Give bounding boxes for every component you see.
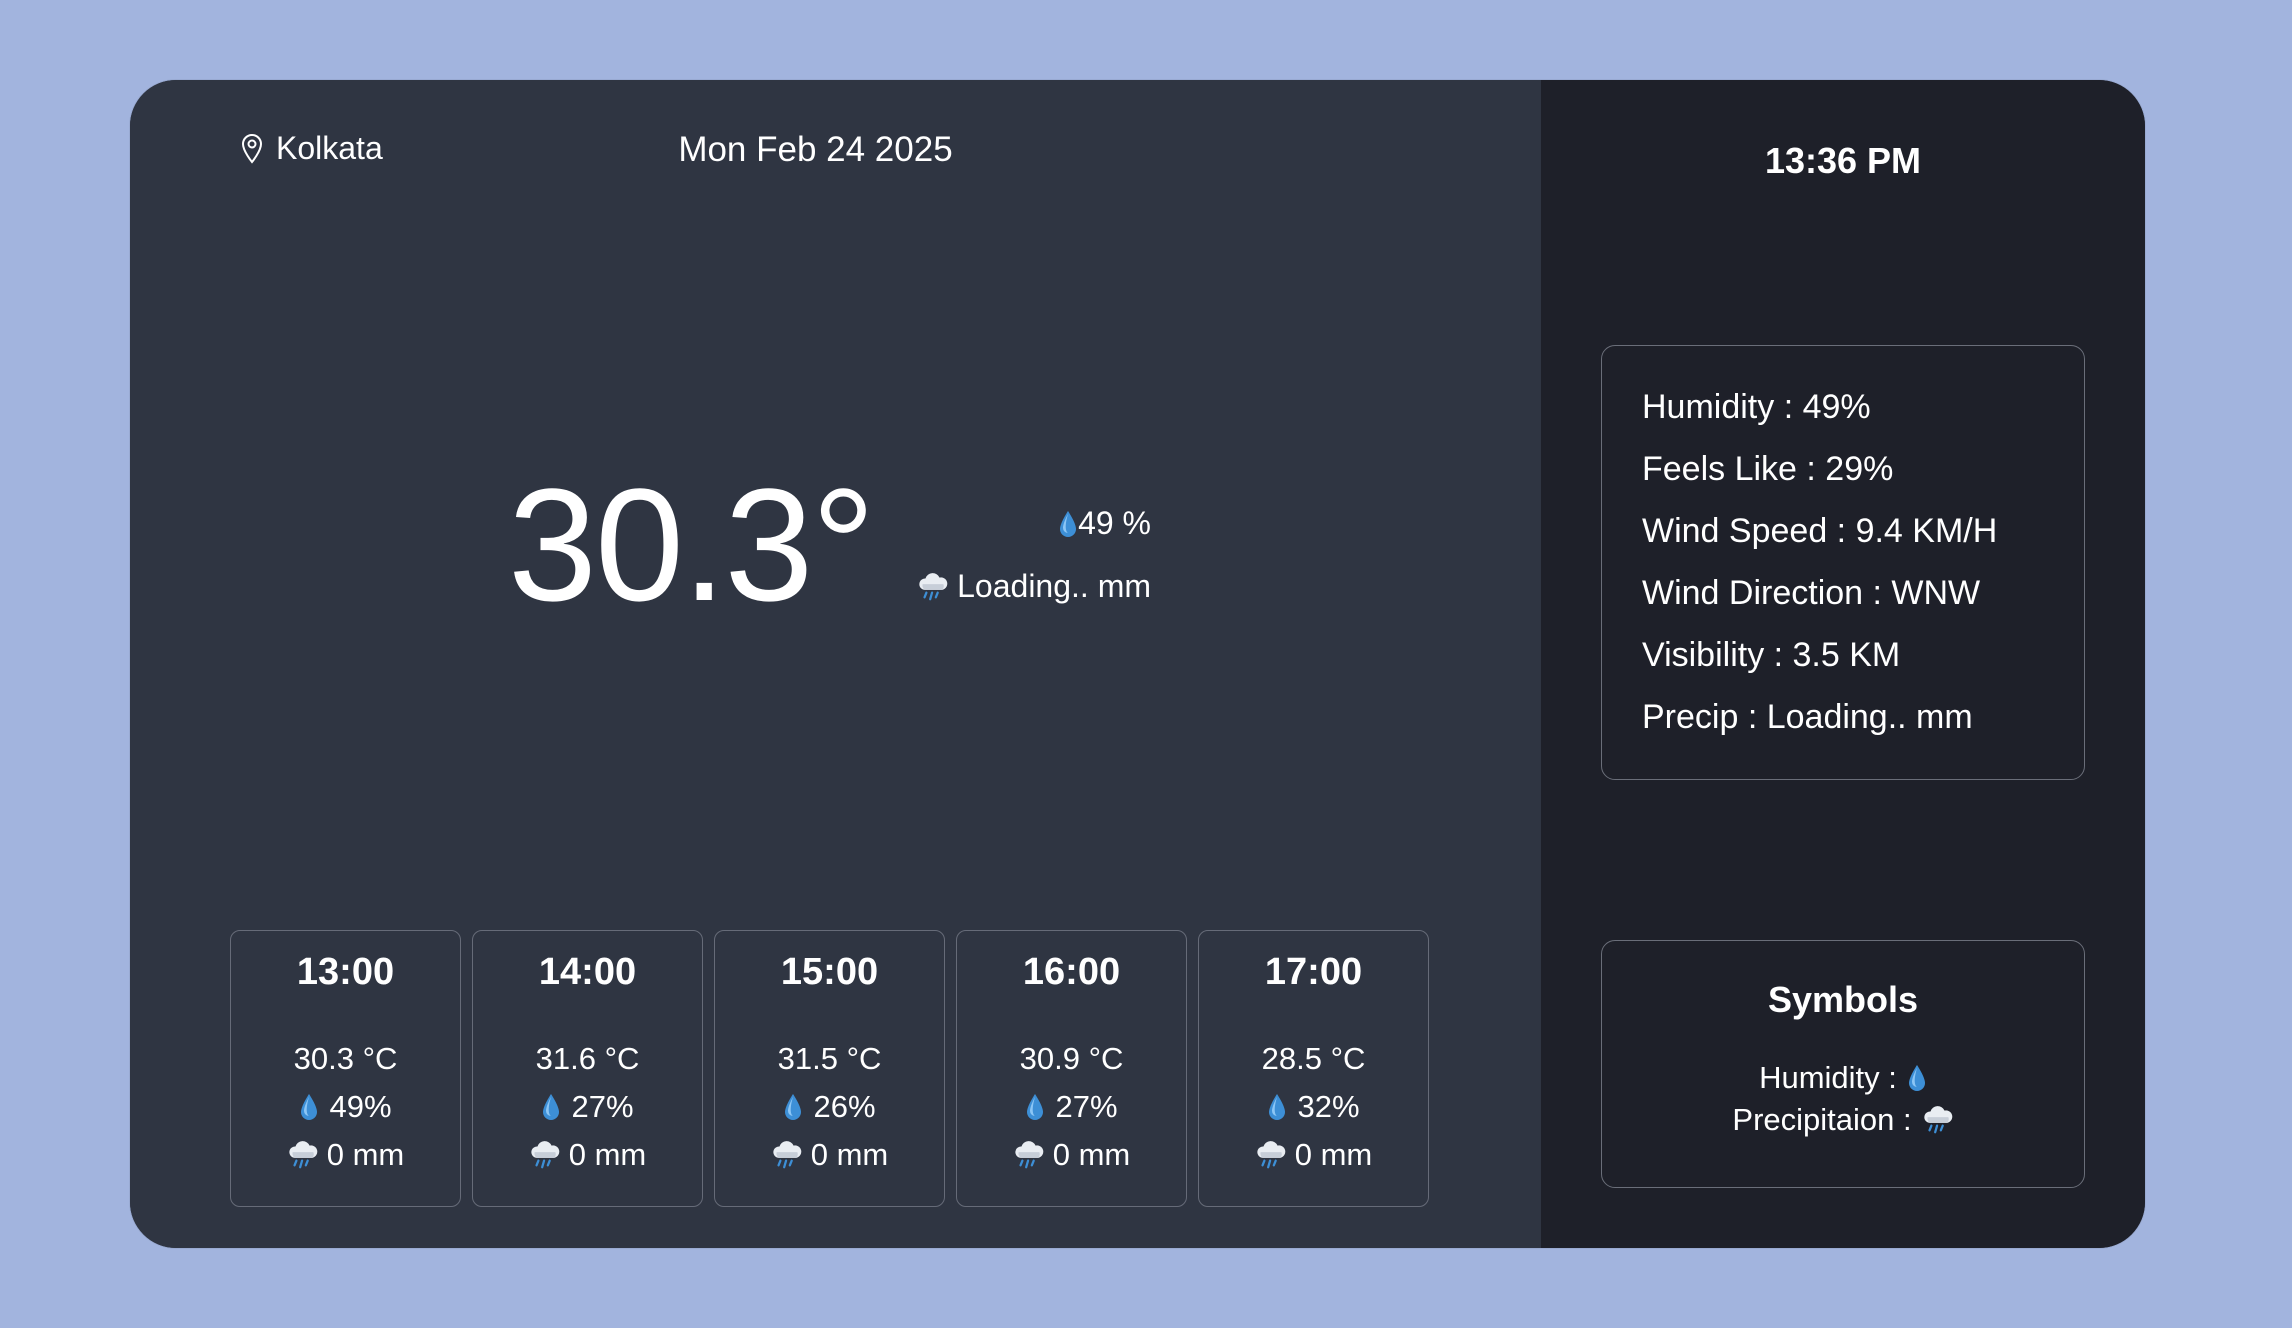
hour-temp: 30.3 °C — [293, 1041, 398, 1076]
hour-humidity: 49% — [231, 1089, 460, 1125]
hour-time: 15:00 — [780, 951, 879, 993]
hour-precip: 0 mm — [957, 1137, 1186, 1173]
hourly-card: 15:00 31.5 °C 26% 0 mm — [714, 930, 945, 1207]
hour-time: 14:00 — [538, 951, 637, 993]
hour-precip: 0 mm — [231, 1137, 460, 1173]
current-precip: Loading.. mm — [917, 568, 1151, 605]
water-drop-icon — [299, 1092, 319, 1122]
current-temperature: 30.3° — [508, 455, 875, 634]
rain-cloud-icon — [1013, 1139, 1045, 1171]
hour-humidity-value: 27% — [1055, 1089, 1118, 1124]
hour-time: 16:00 — [1022, 951, 1121, 993]
detail-precip: Precip : Loading.. mm — [1642, 698, 1973, 736]
hour-precip-value: 0 mm — [810, 1137, 889, 1172]
rain-cloud-icon — [917, 571, 949, 603]
hour-humidity: 32% — [1199, 1089, 1428, 1125]
symbols-title: Symbols — [1767, 979, 1919, 1020]
main-panel: Kolkata Mon Feb 24 2025 30.3° 49 % Loadi… — [130, 80, 1541, 1248]
detail-visibility: Visibility : 3.5 KM — [1642, 636, 1901, 674]
hour-humidity-value: 26% — [813, 1089, 876, 1124]
hourly-card: 17:00 28.5 °C 32% 0 mm — [1198, 930, 1429, 1207]
date-text: Mon Feb 24 2025 — [678, 130, 953, 169]
hour-humidity: 27% — [957, 1089, 1186, 1125]
hour-temp: 31.5 °C — [777, 1041, 882, 1076]
legend-humidity: Humidity : — [1602, 1057, 2084, 1099]
rain-cloud-icon — [1255, 1139, 1287, 1171]
hour-temp: 30.9 °C — [1019, 1041, 1124, 1076]
legend-precip: Precipitaion : — [1602, 1099, 2084, 1141]
water-drop-icon — [1058, 509, 1078, 539]
water-drop-icon — [541, 1092, 561, 1122]
detail-wind-speed: Wind Speed : 9.4 KM/H — [1642, 512, 1998, 550]
water-drop-icon — [1025, 1092, 1045, 1122]
hour-temp: 28.5 °C — [1261, 1041, 1366, 1076]
weather-details: Humidity : 49% Feels Like : 29% Wind Spe… — [1601, 345, 2085, 780]
hourly-card: 16:00 30.9 °C 27% 0 mm — [956, 930, 1187, 1207]
hour-time: 17:00 — [1264, 951, 1363, 993]
hour-humidity-value: 49% — [329, 1089, 392, 1124]
hourly-card: 14:00 31.6 °C 27% 0 mm — [472, 930, 703, 1207]
hour-precip-value: 0 mm — [568, 1137, 647, 1172]
hour-precip-value: 0 mm — [1294, 1137, 1373, 1172]
hour-humidity: 26% — [715, 1089, 944, 1125]
current-humidity: 49 % — [1058, 505, 1151, 542]
hour-precip: 0 mm — [715, 1137, 944, 1173]
hour-precip-value: 0 mm — [1052, 1137, 1131, 1172]
legend-humidity-label: Humidity : — [1759, 1060, 1897, 1095]
water-drop-icon — [783, 1092, 803, 1122]
detail-feels-like: Feels Like : 29% — [1642, 450, 1894, 488]
hour-precip: 0 mm — [1199, 1137, 1428, 1173]
water-drop-icon — [1907, 1063, 1927, 1093]
hourly-card: 13:00 30.3 °C 49% 0 mm — [230, 930, 461, 1207]
current-precip-value: Loading.. mm — [957, 568, 1151, 604]
hour-humidity-value: 32% — [1297, 1089, 1360, 1124]
water-drop-icon — [1267, 1092, 1287, 1122]
rain-cloud-icon — [529, 1139, 561, 1171]
hour-time: 13:00 — [296, 951, 395, 993]
detail-humidity: Humidity : 49% — [1642, 388, 1871, 426]
symbols-legend: Symbols Humidity : Precipitaion : — [1601, 940, 2085, 1188]
hour-humidity-value: 27% — [571, 1089, 634, 1124]
side-panel: 13:36 PM Humidity : 49% Feels Like : 29%… — [1541, 80, 2145, 1248]
hour-precip: 0 mm — [473, 1137, 702, 1173]
weather-card: Kolkata Mon Feb 24 2025 30.3° 49 % Loadi… — [130, 80, 2145, 1248]
rain-cloud-icon — [771, 1139, 803, 1171]
rain-cloud-icon — [287, 1139, 319, 1171]
hourly-forecast: 13:00 30.3 °C 49% 0 mm 14:00 31.6 °C 27% — [230, 930, 1429, 1207]
current-humidity-value: 49 % — [1078, 505, 1151, 541]
legend-precip-label: Precipitaion : — [1732, 1102, 1912, 1137]
date-label: Mon Feb 24 2025 — [130, 130, 1541, 170]
hour-temp: 31.6 °C — [535, 1041, 640, 1076]
detail-wind-direction: Wind Direction : WNW — [1642, 574, 1981, 612]
hour-precip-value: 0 mm — [326, 1137, 405, 1172]
rain-cloud-icon — [1922, 1104, 1954, 1136]
current-time: 13:36 PM — [1764, 140, 1922, 181]
hour-humidity: 27% — [473, 1089, 702, 1125]
